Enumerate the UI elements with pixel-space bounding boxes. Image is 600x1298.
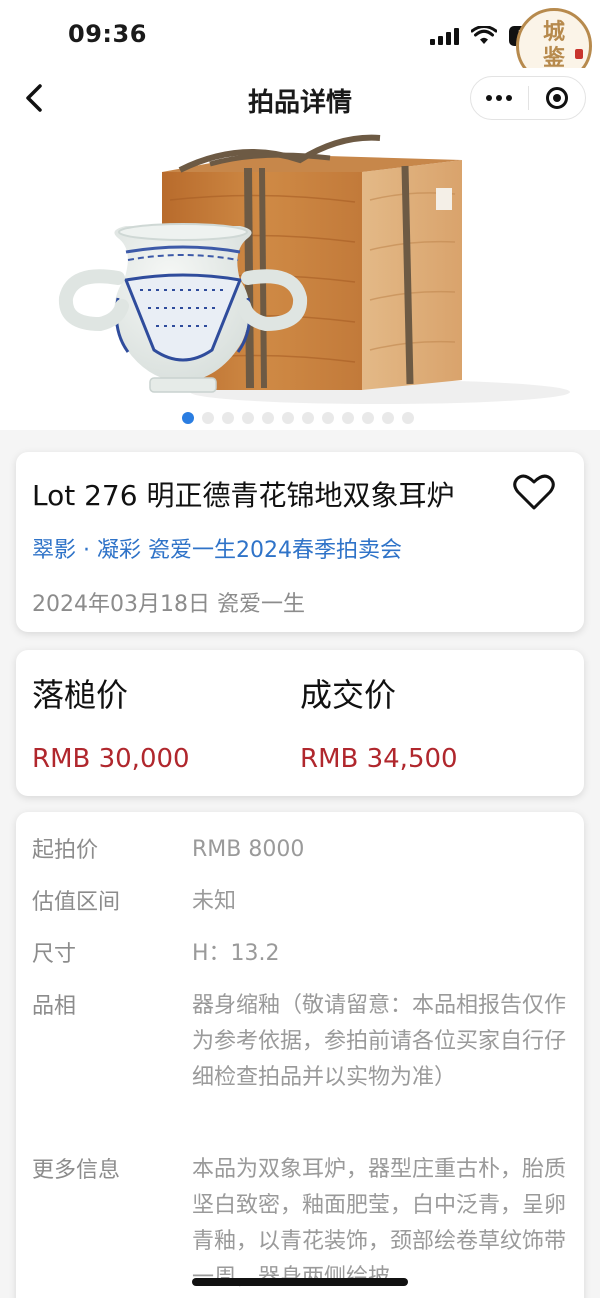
carousel-dot[interactable] [382,412,394,424]
mini-program-capsule [470,76,586,120]
carousel-dot[interactable] [342,412,354,424]
carousel-dot[interactable] [322,412,334,424]
back-button[interactable] [18,80,54,116]
carousel-dot[interactable] [302,412,314,424]
estimate-label: 估值区间 [32,890,121,915]
more-dots-icon [486,95,513,101]
deal-price-label: 成交价 [300,676,397,714]
carousel-dot[interactable] [282,412,294,424]
more-info-label: 更多信息 [32,1158,121,1183]
auction-date-seller: 2024年03月18日 瓷爱一生 [32,592,305,617]
image-carousel[interactable] [0,130,600,430]
deal-price-value: RMB 34,500 [300,744,458,774]
close-button[interactable] [528,76,585,120]
seal-stamp-mark [575,49,583,59]
price-card: 落槌价 RMB 30,000 成交价 RMB 34,500 [16,650,584,796]
details-card: 起拍价 RMB 8000 估值区间 未知 尺寸 H：13.2 品相 器身缩釉（敬… [16,812,584,1298]
size-label: 尺寸 [32,942,77,967]
seal-char-1: 城 [542,20,565,45]
home-indicator [192,1278,408,1286]
nav-bar: 拍品详情 [0,68,600,130]
chevron-left-icon [26,84,42,112]
lot-title: Lot 276 明正德青花锦地双象耳炉 [32,479,455,512]
carousel-dot[interactable] [182,412,194,424]
hammer-price-value: RMB 30,000 [32,744,190,774]
start-price-value: RMB 8000 [192,837,305,862]
condition-label: 品相 [32,994,77,1019]
carousel-dot[interactable] [262,412,274,424]
more-button[interactable] [471,76,528,120]
condition-value: 器身缩釉（敬请留意：本品相报告仅作为参考依据，参拍前请各位买家自行仔细检查拍品并… [192,993,567,1090]
status-bar: 09:36 74 城 鉴 [0,0,600,84]
estimate-value: 未知 [192,889,237,914]
lot-info-card: Lot 276 明正德青花锦地双象耳炉 翠影 · 凝彩 瓷爱一生2024春季拍卖… [16,452,584,632]
hammer-price-label: 落槌价 [32,676,129,714]
carousel-dot[interactable] [202,412,214,424]
carousel-indicators[interactable] [0,412,600,424]
favorite-button[interactable] [512,472,556,512]
heart-outline-icon [513,474,555,510]
size-value: H：13.2 [192,941,280,966]
auction-link[interactable]: 翠影 · 凝彩 瓷爱一生2024春季拍卖会 [32,532,402,564]
carousel-dot[interactable] [222,412,234,424]
more-info-value: 本品为双象耳炉，器型庄重古朴，胎质坚白致密，釉面肥莹，白中泛青，呈卵青釉，以青花… [192,1157,567,1290]
carousel-dot[interactable] [242,412,254,424]
start-price-label: 起拍价 [32,838,99,863]
lot-photo [58,134,570,404]
signal-icon [430,27,459,45]
carousel-dot[interactable] [402,412,414,424]
status-time: 09:36 [68,20,147,48]
carousel-dot[interactable] [362,412,374,424]
wifi-icon [471,26,497,44]
target-circle-icon [545,87,568,109]
